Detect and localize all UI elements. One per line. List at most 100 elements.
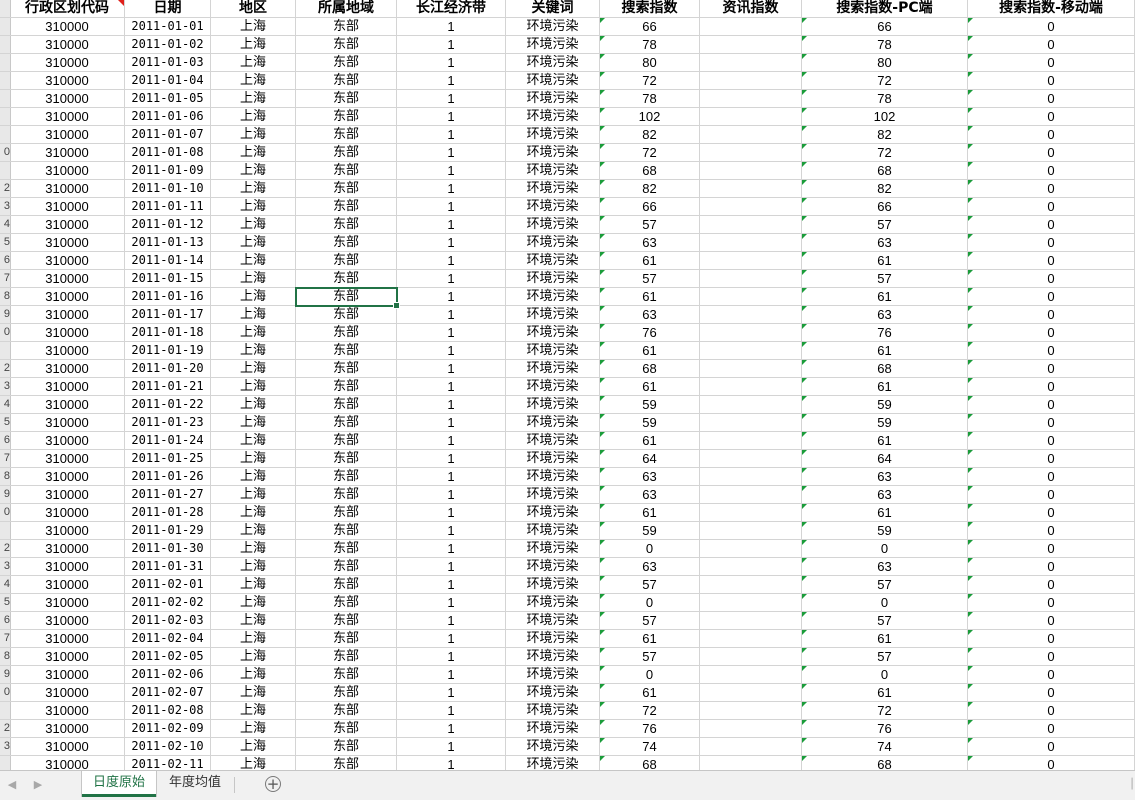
cell-search-index-pc[interactable]: 59	[802, 414, 968, 432]
cell-area[interactable]: 东部	[296, 180, 397, 198]
cell-date[interactable]: 2011-02-04	[125, 630, 211, 648]
cell-search-index[interactable]: 66	[600, 198, 700, 216]
cell-region[interactable]: 上海	[211, 234, 296, 252]
cell-search-index[interactable]: 61	[600, 432, 700, 450]
cell-admin-code[interactable]: 310000	[10, 450, 125, 468]
cell-region[interactable]: 上海	[211, 180, 296, 198]
cell-date[interactable]: 2011-01-21	[125, 378, 211, 396]
cell-admin-code[interactable]: 310000	[10, 468, 125, 486]
cell-search-index[interactable]: 0	[600, 594, 700, 612]
cell-search-index-mobile[interactable]: 0	[968, 252, 1135, 270]
cell-date[interactable]: 2011-01-15	[125, 270, 211, 288]
cell-search-index[interactable]: 72	[600, 72, 700, 90]
cell-date[interactable]: 2011-01-26	[125, 468, 211, 486]
cell-search-index[interactable]: 82	[600, 180, 700, 198]
cell-keyword[interactable]: 环境污染	[506, 666, 600, 684]
cell-area[interactable]: 东部	[296, 522, 397, 540]
cell-admin-code[interactable]: 310000	[10, 684, 125, 702]
cell-search-index-pc[interactable]: 57	[802, 216, 968, 234]
cell-search-index[interactable]: 59	[600, 522, 700, 540]
cell-area[interactable]: 东部	[296, 666, 397, 684]
cell-keyword[interactable]: 环境污染	[506, 288, 600, 306]
cell-keyword[interactable]: 环境污染	[506, 648, 600, 666]
cell-search-index-mobile[interactable]: 0	[968, 198, 1135, 216]
cell-admin-code[interactable]: 310000	[10, 324, 125, 342]
cell-date[interactable]: 2011-01-22	[125, 396, 211, 414]
cell-keyword[interactable]: 环境污染	[506, 522, 600, 540]
cell-admin-code[interactable]: 310000	[10, 18, 125, 36]
cell-keyword[interactable]: 环境污染	[506, 594, 600, 612]
cell-keyword[interactable]: 环境污染	[506, 630, 600, 648]
cell-region[interactable]: 上海	[211, 342, 296, 360]
cell-news-index[interactable]	[700, 666, 802, 684]
column-header-search-index-pc[interactable]: 搜索指数-PC端	[802, 0, 968, 18]
cell-date[interactable]: 2011-01-01	[125, 18, 211, 36]
cell-keyword[interactable]: 环境污染	[506, 504, 600, 522]
cell-search-index[interactable]: 61	[600, 378, 700, 396]
scroll-tabs-right-icon[interactable]: ▶	[30, 777, 46, 793]
cell-date[interactable]: 2011-01-16	[125, 288, 211, 306]
cell-admin-code[interactable]: 310000	[10, 558, 125, 576]
cell-yangtze-belt[interactable]: 1	[397, 522, 506, 540]
cell-search-index[interactable]: 0	[600, 666, 700, 684]
fill-handle[interactable]	[393, 302, 400, 309]
column-header-yangtze-belt[interactable]: 长江经济带	[397, 0, 506, 18]
cell-date[interactable]: 2011-01-09	[125, 162, 211, 180]
cell-keyword[interactable]: 环境污染	[506, 72, 600, 90]
cell-news-index[interactable]	[700, 360, 802, 378]
cell-search-index-pc[interactable]: 102	[802, 108, 968, 126]
cell-date[interactable]: 2011-02-03	[125, 612, 211, 630]
cell-yangtze-belt[interactable]: 1	[397, 594, 506, 612]
cell-region[interactable]: 上海	[211, 540, 296, 558]
cell-search-index[interactable]: 78	[600, 36, 700, 54]
cell-search-index-mobile[interactable]: 0	[968, 540, 1135, 558]
cell-news-index[interactable]	[700, 36, 802, 54]
cell-news-index[interactable]	[700, 378, 802, 396]
cell-yangtze-belt[interactable]: 1	[397, 108, 506, 126]
cell-keyword[interactable]: 环境污染	[506, 720, 600, 738]
cell-search-index-mobile[interactable]: 0	[968, 486, 1135, 504]
cell-area[interactable]: 东部	[296, 486, 397, 504]
cell-area[interactable]: 东部	[296, 594, 397, 612]
cell-keyword[interactable]: 环境污染	[506, 576, 600, 594]
cell-yangtze-belt[interactable]: 1	[397, 18, 506, 36]
cell-date[interactable]: 2011-01-10	[125, 180, 211, 198]
cell-admin-code[interactable]: 310000	[10, 504, 125, 522]
cell-region[interactable]: 上海	[211, 486, 296, 504]
cell-news-index[interactable]	[700, 126, 802, 144]
cell-news-index[interactable]	[700, 612, 802, 630]
cell-search-index[interactable]: 0	[600, 540, 700, 558]
cell-yangtze-belt[interactable]: 1	[397, 558, 506, 576]
cell-search-index-mobile[interactable]: 0	[968, 18, 1135, 36]
cell-search-index[interactable]: 57	[600, 576, 700, 594]
cell-yangtze-belt[interactable]: 1	[397, 252, 506, 270]
cell-area[interactable]: 东部	[296, 432, 397, 450]
cell-date[interactable]: 2011-01-07	[125, 126, 211, 144]
cell-news-index[interactable]	[700, 630, 802, 648]
cell-date[interactable]: 2011-02-02	[125, 594, 211, 612]
cell-keyword[interactable]: 环境污染	[506, 756, 600, 770]
cell-date[interactable]: 2011-02-08	[125, 702, 211, 720]
column-header-search-index[interactable]: 搜索指数	[600, 0, 700, 18]
cell-news-index[interactable]	[700, 144, 802, 162]
cell-keyword[interactable]: 环境污染	[506, 90, 600, 108]
cell-admin-code[interactable]: 310000	[10, 756, 125, 770]
cell-yangtze-belt[interactable]: 1	[397, 450, 506, 468]
cell-news-index[interactable]	[700, 54, 802, 72]
cell-area[interactable]: 东部	[296, 126, 397, 144]
cell-news-index[interactable]	[700, 90, 802, 108]
cell-date[interactable]: 2011-01-31	[125, 558, 211, 576]
cell-search-index[interactable]: 57	[600, 648, 700, 666]
cell-search-index-mobile[interactable]: 0	[968, 126, 1135, 144]
cell-yangtze-belt[interactable]: 1	[397, 126, 506, 144]
cell-region[interactable]: 上海	[211, 270, 296, 288]
cell-admin-code[interactable]: 310000	[10, 270, 125, 288]
cell-search-index-mobile[interactable]: 0	[968, 360, 1135, 378]
cell-search-index-mobile[interactable]: 0	[968, 396, 1135, 414]
cell-date[interactable]: 2011-01-05	[125, 90, 211, 108]
cell-area[interactable]: 东部	[296, 540, 397, 558]
cell-admin-code[interactable]: 310000	[10, 594, 125, 612]
cell-region[interactable]: 上海	[211, 504, 296, 522]
cell-keyword[interactable]: 环境污染	[506, 324, 600, 342]
cell-area[interactable]: 东部	[296, 468, 397, 486]
